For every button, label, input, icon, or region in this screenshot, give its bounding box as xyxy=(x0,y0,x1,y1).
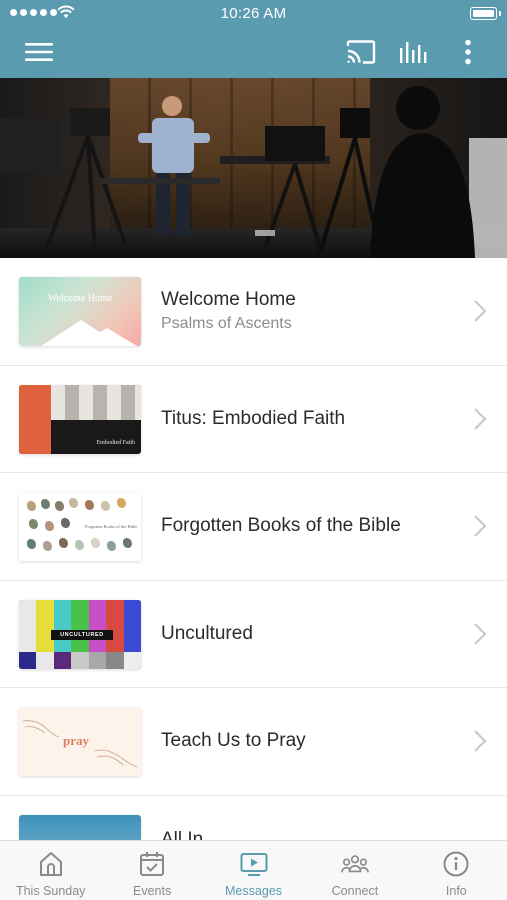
thumbnail-stripes xyxy=(51,384,141,420)
series-title: Teach Us to Pray xyxy=(161,730,306,751)
thumbnail-text: UNCULTURED xyxy=(51,629,113,640)
series-thumbnail: pray xyxy=(19,707,141,776)
thumbnail-rock xyxy=(117,498,126,508)
thumbnail-rock xyxy=(101,501,110,511)
thumbnail-rock xyxy=(107,541,116,551)
chevron-right-icon xyxy=(474,300,487,322)
series-thumbnail: Embodied Faith xyxy=(19,384,141,454)
cast-icon xyxy=(346,40,376,64)
tab-this-sunday[interactable]: This Sunday xyxy=(0,841,101,900)
hero-scene xyxy=(0,86,475,258)
series-thumbnail: Welcome Home xyxy=(19,277,141,346)
thumbnail-rock xyxy=(41,499,50,509)
tab-messages[interactable]: Messages xyxy=(203,841,304,900)
menu-button[interactable] xyxy=(24,36,54,68)
more-options-button[interactable] xyxy=(456,36,480,68)
video-screen-icon xyxy=(240,853,268,876)
tab-info[interactable]: Info xyxy=(406,841,507,900)
thumbnail-rock xyxy=(55,501,64,511)
hero-video-image[interactable] xyxy=(0,78,507,258)
church-icon xyxy=(39,852,62,876)
thumbnail-rock xyxy=(123,538,132,548)
thumbnail-rock xyxy=(29,519,38,529)
tab-label: Connect xyxy=(331,884,379,898)
cast-button[interactable] xyxy=(344,36,378,68)
thumbnail-text: pray xyxy=(63,733,89,748)
list-item-titus[interactable]: Embodied Faith Titus: Embodied Faith xyxy=(0,365,507,473)
thumbnail-text: Forgotten Books of the Bible xyxy=(85,524,138,529)
chevron-right-icon xyxy=(474,407,487,430)
people-group-icon xyxy=(341,855,369,873)
tab-label: Info xyxy=(445,884,467,898)
list-item-teach-us-to-pray[interactable]: pray Teach Us to Pray xyxy=(0,688,507,796)
series-thumbnail: Forgotten Books of the Bible xyxy=(19,492,141,561)
thumbnail-rock xyxy=(59,538,68,548)
series-subtitle: Psalms of Ascents xyxy=(161,315,292,332)
tab-label: This Sunday xyxy=(15,884,86,898)
list-item-welcome-home[interactable]: Welcome Home Welcome Home Psalms of Asce… xyxy=(0,258,507,366)
calendar-icon xyxy=(140,852,165,876)
tab-bar: This Sunday Events Messages Connect Info xyxy=(0,840,507,900)
thumbnail-orange-block xyxy=(19,384,51,454)
series-thumbnail: UNCULTURED xyxy=(19,599,141,669)
info-icon xyxy=(443,851,469,877)
thumbnail-gradient-bars xyxy=(19,651,141,669)
tab-label: Messages xyxy=(225,884,282,898)
thumbnail-rock xyxy=(61,518,70,528)
thumbnail-text: Welcome Home xyxy=(47,293,113,304)
top-bar: 10:26 AM xyxy=(0,0,507,78)
thumbnail-rock xyxy=(75,540,84,550)
series-title: Forgotten Books of the Bible xyxy=(161,515,401,536)
thumbnail-mountain-small xyxy=(77,328,137,346)
thumbnail-rock xyxy=(27,539,36,549)
thumbnail-text: Embodied Faith xyxy=(96,439,136,446)
chevron-right-icon xyxy=(474,730,487,752)
series-title: Titus: Embodied Faith xyxy=(161,407,346,429)
thumbnail-rock xyxy=(69,498,78,508)
more-vertical-icon xyxy=(465,39,471,65)
status-bar: 10:26 AM xyxy=(0,0,507,28)
chevron-right-icon xyxy=(474,515,487,537)
series-title: Welcome Home xyxy=(161,289,296,310)
thumbnail-rock xyxy=(91,538,100,548)
tab-connect[interactable]: Connect xyxy=(304,841,405,900)
hamburger-menu-icon xyxy=(25,43,53,61)
series-list: Welcome Home Welcome Home Psalms of Asce… xyxy=(0,258,507,900)
tab-events[interactable]: Events xyxy=(101,841,202,900)
chevron-right-icon xyxy=(474,622,487,645)
list-item-forgotten-books[interactable]: Forgotten Books of the Bible Forgotten B… xyxy=(0,473,507,581)
thumbnail-color-bars xyxy=(19,599,141,652)
thumbnail-rock xyxy=(27,501,36,511)
tab-label: Events xyxy=(133,884,172,898)
thumbnail-rock xyxy=(43,541,52,551)
series-title: Uncultured xyxy=(161,622,253,644)
status-time: 10:26 AM xyxy=(220,5,287,22)
audio-bars-icon xyxy=(400,42,427,63)
thumbnail-rock xyxy=(45,521,54,531)
battery-icon xyxy=(470,7,501,20)
thumbnail-rock xyxy=(85,500,94,510)
audio-button[interactable] xyxy=(398,36,430,68)
list-item-uncultured[interactable]: UNCULTURED Uncultured xyxy=(0,580,507,688)
